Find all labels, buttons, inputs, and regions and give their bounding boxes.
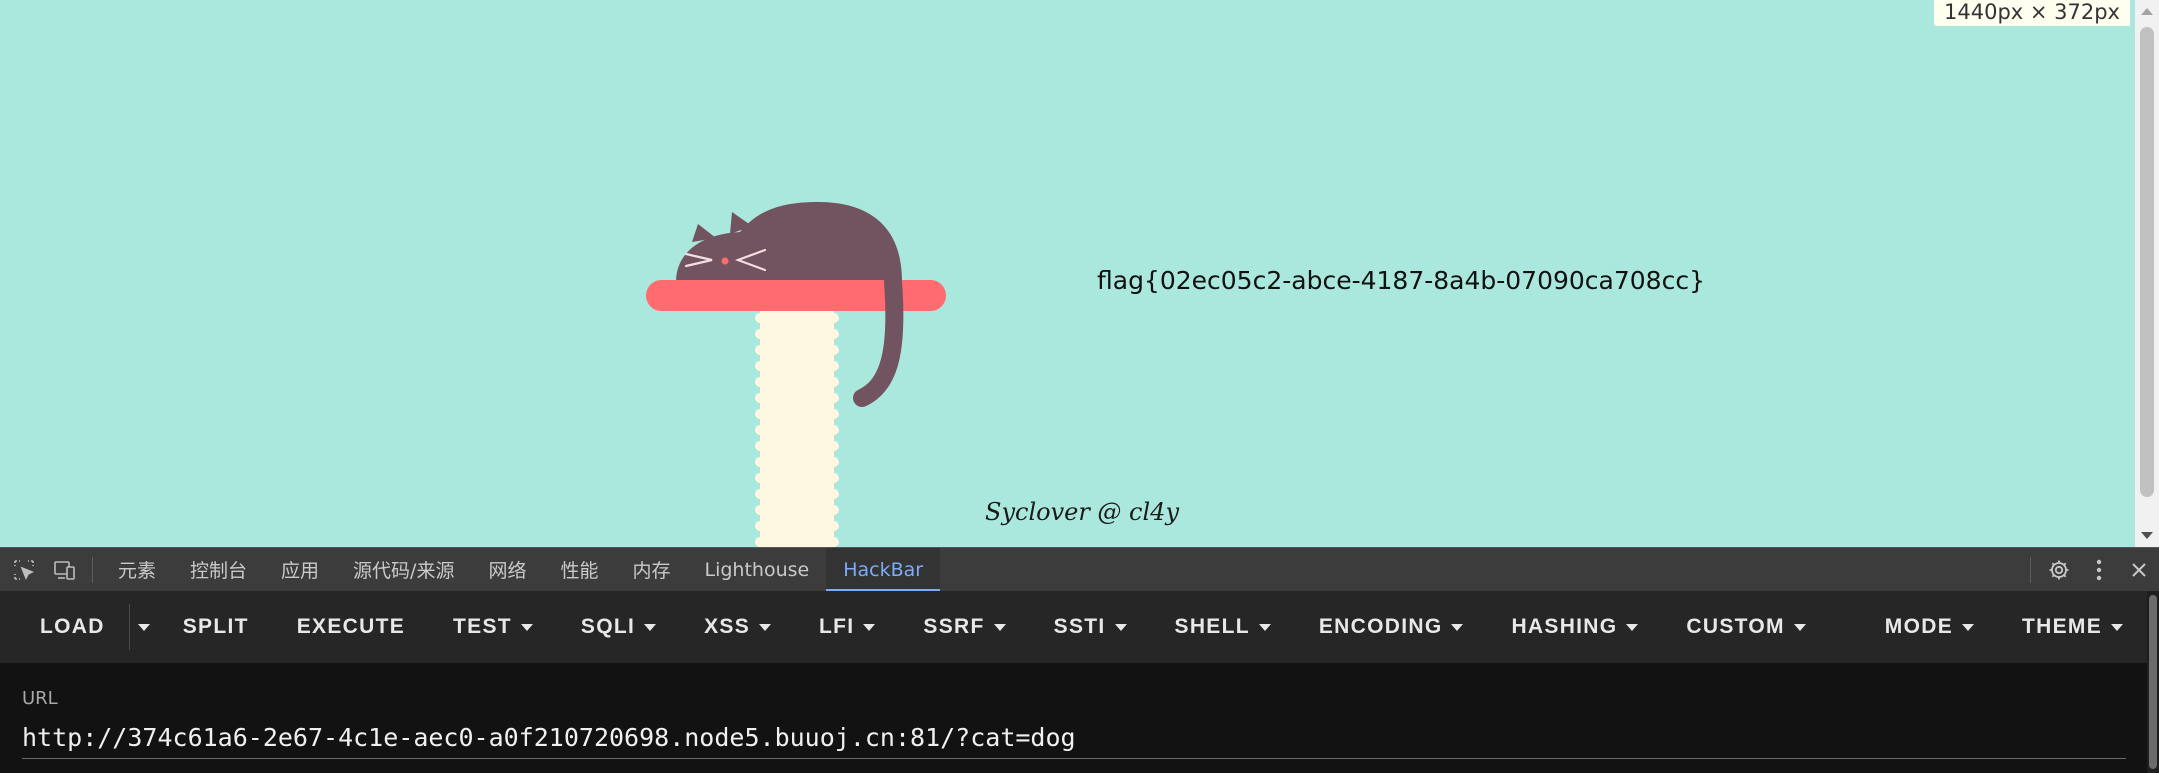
- ssrf-label: SSRF: [923, 615, 985, 638]
- chevron-down-icon: [1793, 623, 1806, 631]
- sleeping-cat-illustration: [646, 202, 946, 547]
- scroll-up-arrow-icon[interactable]: [2141, 8, 2153, 15]
- devtools-right-controls: [2020, 548, 2159, 592]
- execute-button[interactable]: EXECUTE: [273, 601, 429, 653]
- scrollbar-thumb[interactable]: [2140, 27, 2154, 497]
- close-icon[interactable]: [2119, 550, 2159, 590]
- shell-menu-button[interactable]: SHELL: [1151, 601, 1295, 653]
- hackbar-request-panel: URL: [0, 663, 2147, 773]
- viewport-dimension-badge: 1440px × 372px: [1934, 0, 2130, 26]
- tab-hackbar[interactable]: HackBar: [826, 547, 941, 592]
- load-dropdown-icon[interactable]: [128, 604, 159, 650]
- toolbar-divider: [92, 556, 93, 583]
- tab-network[interactable]: 网络: [471, 548, 543, 592]
- chevron-down-icon: [520, 623, 533, 631]
- devtools-tab-bar: 元素 控制台 应用 源代码/来源 网络 性能 内存 Lighthouse Hac…: [0, 547, 2159, 592]
- mode-label: MODE: [1884, 615, 1953, 638]
- page-vertical-scrollbar[interactable]: [2135, 0, 2159, 547]
- custom-menu-button[interactable]: CUSTOM: [1662, 601, 1829, 653]
- hackbar-scrollbar[interactable]: [2147, 591, 2159, 773]
- tab-lighthouse[interactable]: Lighthouse: [688, 548, 827, 592]
- lfi-menu-button[interactable]: LFI: [795, 601, 899, 653]
- chevron-down-icon: [1451, 623, 1464, 631]
- encoding-label: ENCODING: [1318, 615, 1443, 638]
- split-button[interactable]: SPLIT: [159, 601, 273, 653]
- custom-label: CUSTOM: [1686, 615, 1785, 638]
- tab-sources[interactable]: 源代码/来源: [336, 548, 471, 592]
- test-menu-button[interactable]: TEST: [429, 601, 557, 653]
- theme-label: THEME: [2022, 615, 2102, 638]
- hashing-menu-button[interactable]: HASHING: [1487, 601, 1662, 653]
- chevron-down-icon: [759, 623, 772, 631]
- split-label: SPLIT: [182, 615, 249, 638]
- chevron-down-icon: [2111, 623, 2123, 631]
- chevron-down-icon: [644, 623, 657, 631]
- chevron-down-icon: [993, 623, 1006, 631]
- load-label: LOAD: [40, 615, 105, 638]
- credit-text: Syclover @ cl4y: [985, 498, 1180, 526]
- tab-memory[interactable]: 内存: [615, 548, 687, 592]
- chevron-down-icon: [1962, 623, 1974, 631]
- load-button[interactable]: LOAD: [16, 601, 129, 653]
- xss-menu-button[interactable]: XSS: [680, 601, 795, 653]
- chevron-down-icon: [1114, 623, 1127, 631]
- tab-elements[interactable]: 元素: [101, 548, 173, 592]
- tab-performance[interactable]: 性能: [543, 548, 615, 592]
- ssti-menu-button[interactable]: SSTI: [1030, 601, 1151, 653]
- toolbar-divider: [2030, 557, 2031, 583]
- ssti-label: SSTI: [1053, 615, 1106, 638]
- tab-application[interactable]: 应用: [264, 548, 336, 592]
- chevron-down-icon: [1258, 623, 1271, 631]
- flag-text: flag{02ec05c2-abce-4187-8a4b-07090ca708c…: [1097, 266, 1705, 295]
- lfi-label: LFI: [819, 615, 855, 638]
- scratching-post: [755, 290, 839, 547]
- theme-menu-button[interactable]: THEME: [1998, 601, 2147, 653]
- xss-label: XSS: [704, 615, 751, 638]
- sqli-menu-button[interactable]: SQLI: [557, 601, 680, 653]
- cat: [676, 202, 902, 282]
- sqli-label: SQLI: [580, 615, 636, 638]
- hackbar-toolbar: LOAD SPLIT EXECUTE TEST SQLI XSS LFI SSR…: [0, 591, 2147, 663]
- inspect-element-icon[interactable]: [7, 553, 41, 587]
- url-input[interactable]: [22, 717, 2126, 759]
- ssrf-menu-button[interactable]: SSRF: [899, 601, 1029, 653]
- chevron-down-icon: [1626, 623, 1639, 631]
- settings-icon[interactable]: [2039, 550, 2079, 590]
- tab-console[interactable]: 控制台: [173, 548, 264, 592]
- url-label: URL: [22, 688, 58, 709]
- cat-nose: [721, 257, 729, 265]
- shell-label: SHELL: [1174, 615, 1250, 638]
- hashing-label: HASHING: [1511, 615, 1618, 638]
- scroll-down-arrow-icon[interactable]: [2141, 532, 2153, 539]
- page-viewport: 1440px × 372px flag{02ec05c2-abce-4187-8…: [0, 0, 2159, 547]
- scrollbar-thumb[interactable]: [2149, 595, 2157, 769]
- mode-menu-button[interactable]: MODE: [1861, 601, 1998, 653]
- more-options-icon[interactable]: [2079, 550, 2119, 590]
- chevron-down-icon: [863, 623, 876, 631]
- test-label: TEST: [453, 615, 512, 638]
- encoding-menu-button[interactable]: ENCODING: [1295, 601, 1488, 653]
- execute-label: EXECUTE: [296, 615, 406, 638]
- device-toolbar-icon[interactable]: [48, 553, 82, 587]
